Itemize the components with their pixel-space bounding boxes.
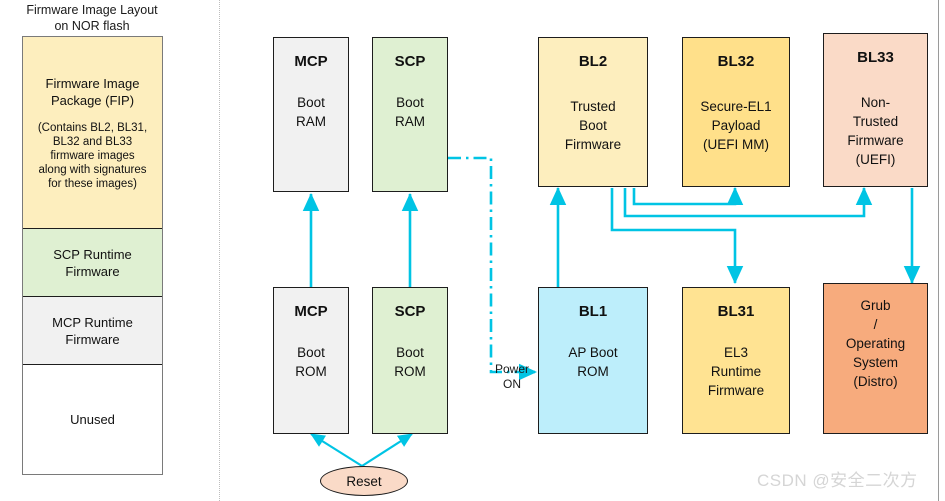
node-mcp-boot-rom[interactable]: MCP Boot ROM [273,287,349,434]
flash-segment-fip-desc: (Contains BL2, BL31, BL32 and BL33 firmwar… [37,121,148,190]
node-bl33[interactable]: BL33 Non- Trusted Firmware (UEFI) [823,33,928,187]
node-scp-boot-rom[interactable]: SCP Boot ROM [372,287,448,434]
panel-title-line2: on NOR flash [54,19,130,33]
flash-segment-unused: Unused [23,365,162,473]
node-bl1-title: BL1 [578,303,608,320]
node-bl31-title: BL31 [717,303,755,320]
flash-segment-fip-title: Firmware Image Package (FIP) [45,75,140,108]
node-mcp-boot-ram[interactable]: MCP Boot RAM [273,37,349,192]
node-mcp-boot-ram-body: Boot RAM [296,95,326,129]
flash-segment-scp-runtime: SCP Runtime Firmware [23,229,162,297]
node-bl31-body: EL3 Runtime Firmware [707,345,765,398]
power-on-label: Power ON [494,362,529,391]
node-scp-boot-rom-title: SCP [394,303,426,320]
footer-caption [18,488,218,495]
reset-label: Reset [346,473,382,489]
node-bl33-title: BL33 [857,49,894,66]
link-power-on [448,156,538,381]
node-mcp-boot-rom-title: MCP [294,303,328,320]
node-grub-os[interactable]: Grub / Operating System (Distro) [823,283,928,434]
panel-divider [219,0,220,501]
flash-segment-unused-label: Unused [70,411,115,427]
node-mcp-boot-ram-title: MCP [294,53,328,70]
node-scp-boot-ram-title: SCP [394,53,426,70]
watermark: CSDN @安全二次方 [757,471,918,490]
link-reset-to-scp-rom [361,433,413,467]
panel-title-line1: Firmware Image Layout [26,3,158,17]
node-scp-boot-rom-body: Boot ROM [394,345,426,379]
flash-segment-scp-runtime-label: SCP Runtime Firmware [53,246,132,279]
right-edge-border [938,0,939,501]
node-bl32[interactable]: BL32 Secure-EL1 Payload (UEFI MM) [682,37,790,187]
diagram-canvas: Firmware Image Layout on NOR flash Firmw… [0,0,945,501]
link-reset-to-mcp-rom [310,433,363,467]
node-grub-os-body: Grub / Operating System (Distro) [845,298,906,389]
node-bl33-body: Non- Trusted Firmware (UEFI) [847,95,904,167]
flash-segment-mcp-runtime-label: MCP Runtime Firmware [52,314,133,347]
node-mcp-boot-rom-body: Boot ROM [295,345,327,379]
node-bl2-body: Trusted Boot Firmware [564,99,622,152]
panel-title: Firmware Image Layout on NOR flash [8,2,176,34]
link-bl2-to-bl31 [610,188,744,285]
node-scp-boot-ram-body: Boot RAM [395,95,425,129]
node-scp-boot-ram[interactable]: SCP Boot RAM [372,37,448,192]
node-bl31[interactable]: BL31 EL3 Runtime Firmware [682,287,790,434]
nor-flash-stack: Firmware Image Package (FIP) (Contains BL… [22,36,163,475]
link-bl2-to-bl33 [623,186,873,218]
flash-segment-fip: Firmware Image Package (FIP) (Contains BL… [23,37,162,229]
node-bl1-body: AP Boot ROM [568,345,618,379]
node-bl32-title: BL32 [717,53,755,70]
node-bl1[interactable]: BL1 AP Boot ROM [538,287,648,434]
reset-node[interactable]: Reset [320,466,408,496]
flash-segment-mcp-runtime: MCP Runtime Firmware [23,297,162,365]
node-bl2[interactable]: BL2 Trusted Boot Firmware [538,37,648,187]
link-bl2-to-bl32 [632,186,744,206]
node-bl2-title: BL2 [578,53,608,70]
node-bl32-body: Secure-EL1 Payload (UEFI MM) [700,99,772,152]
